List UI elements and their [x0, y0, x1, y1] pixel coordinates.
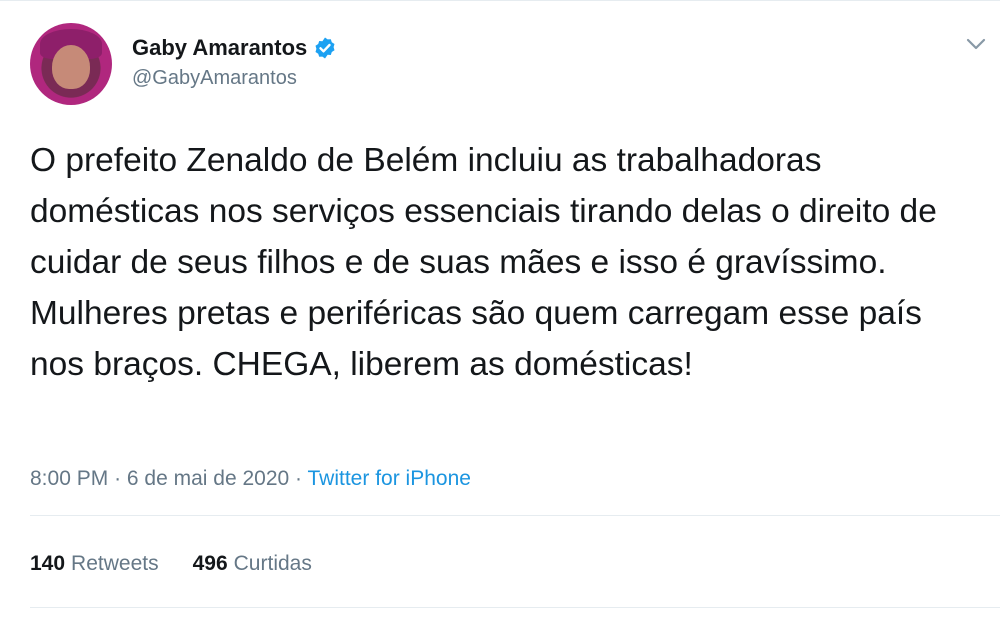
avatar[interactable] [30, 23, 112, 105]
retweets-stat[interactable]: 140 Retweets [30, 552, 159, 576]
tweet-source-link[interactable]: Twitter for iPhone [308, 467, 471, 490]
user-names: Gaby Amarantos @GabyAmarantos [132, 35, 337, 90]
likes-label: Curtidas [233, 552, 312, 575]
likes-stat[interactable]: 496 Curtidas [193, 552, 312, 576]
tweet-card: Gaby Amarantos @GabyAmarantos O prefeito… [0, 0, 1000, 618]
tweet-time[interactable]: 8:00 PM [30, 467, 108, 490]
tweet-text: O prefeito Zenaldo de Belém incluiu as t… [30, 142, 947, 383]
retweets-label: Retweets [71, 552, 159, 575]
tweet-header: Gaby Amarantos @GabyAmarantos [30, 23, 337, 105]
tweet-stats: 140 Retweets 496 Curtidas [30, 552, 346, 576]
chevron-down-icon[interactable] [966, 37, 986, 51]
name-row: Gaby Amarantos [132, 35, 337, 61]
display-name[interactable]: Gaby Amarantos [132, 35, 307, 61]
meta-separator: · [114, 467, 122, 490]
meta-separator: · [295, 467, 303, 490]
divider [30, 515, 1000, 516]
retweets-count: 140 [30, 552, 66, 575]
user-handle[interactable]: @GabyAmarantos [132, 67, 337, 90]
divider [30, 607, 1000, 608]
avatar-face [52, 45, 90, 89]
tweet-date[interactable]: 6 de mai de 2020 [127, 467, 289, 490]
likes-count: 496 [192, 552, 228, 575]
verified-badge-icon [315, 37, 335, 58]
tweet-meta: 8:00 PM · 6 de mai de 2020 · Twitter for… [30, 467, 471, 491]
